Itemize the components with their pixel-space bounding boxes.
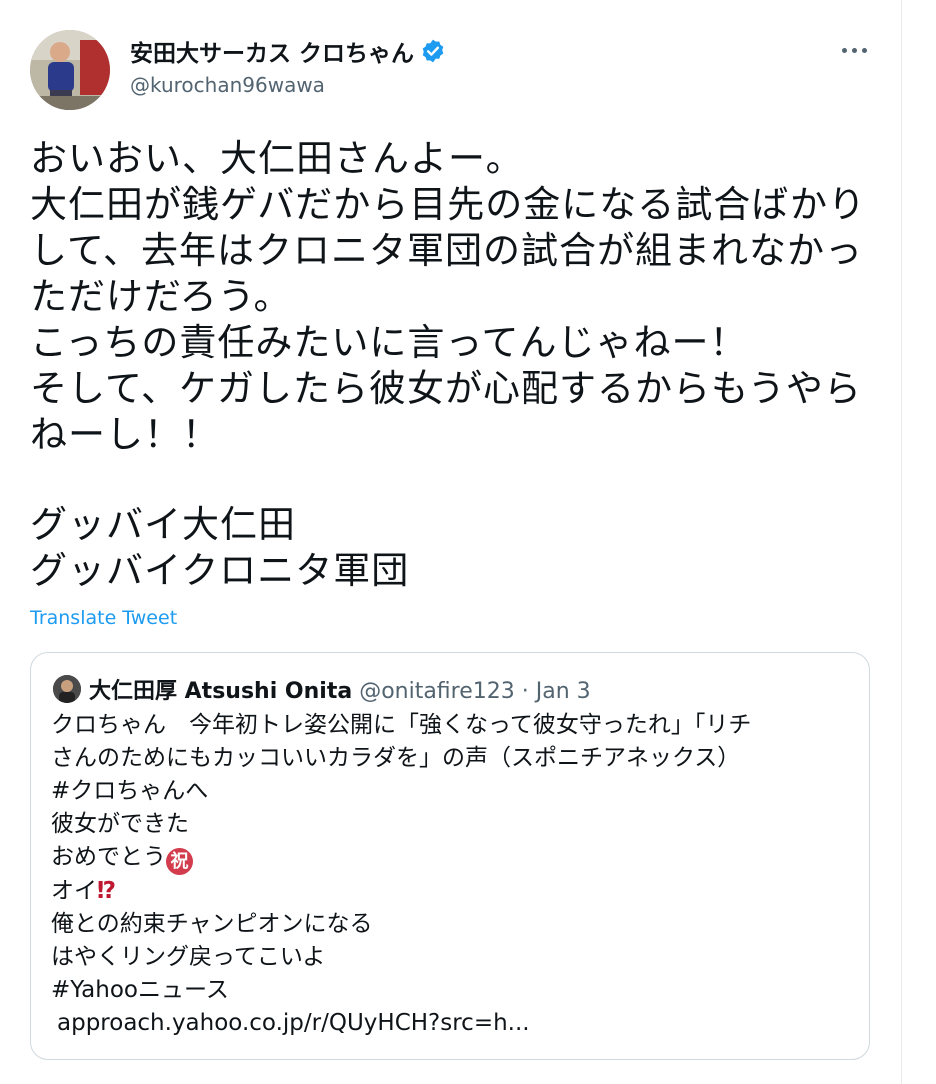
- tweet-line: こっちの責任みたいに言ってんじゃねー！: [30, 321, 748, 364]
- quote-hashtag[interactable]: #クロちゃんへ: [51, 775, 861, 808]
- quoted-tweet-card[interactable]: 大仁田厚 Atsushi Onita @onitafire123 · Jan 3…: [30, 652, 870, 1060]
- quoted-tweet-link[interactable]: approach.yahoo.co.jp/r/QUyHCH?src=h...: [57, 1007, 861, 1040]
- tweet-line: グッバイクロニタ軍団: [30, 549, 410, 592]
- quoted-author-avatar: [53, 675, 81, 703]
- quote-line: クロちゃん 今年初トレ姿公開に「強くなって彼女守ったれ」「リチ: [51, 712, 752, 738]
- meta-separator: ·: [521, 679, 529, 704]
- tweet-line: して、去年はクロニタ軍団の試合が組まれなかっ: [30, 229, 864, 272]
- tweet-line: 大仁田が銭ゲバだから目先の金になる試合ばかり: [30, 183, 866, 226]
- quoted-tweet-header: 大仁田厚 Atsushi Onita @onitafire123 · Jan 3: [89, 673, 591, 705]
- tweet-line: ただけだろう。: [30, 275, 292, 318]
- author-name-text[interactable]: 安田大サーカス クロちゃん: [130, 34, 414, 68]
- quoted-tweet-date: Jan 3: [535, 679, 591, 704]
- quote-line: 彼女ができた: [51, 811, 189, 837]
- author-avatar[interactable]: [30, 30, 110, 110]
- tweet-line: ねーし！！: [30, 413, 220, 456]
- verified-badge-icon: [420, 38, 446, 64]
- author-handle[interactable]: @kurochan96wawa: [130, 73, 325, 97]
- quote-line-text: おめでとう: [51, 844, 166, 870]
- quoted-tweet-text: クロちゃん 今年初トレ姿公開に「強くなって彼女守ったれ」「リチ さんのためにもカ…: [51, 709, 861, 1040]
- exclamation-question-emoji-icon: ⁉: [97, 878, 117, 904]
- quoted-author-name: 大仁田厚 Atsushi Onita: [89, 679, 353, 704]
- quote-line-text: オイ: [51, 878, 97, 904]
- translate-tweet-link[interactable]: Translate Tweet: [30, 607, 177, 629]
- quote-line-congrats: おめでとう祝: [51, 841, 861, 875]
- quote-line-oi: オイ⁉: [51, 875, 861, 908]
- congratulations-emoji-icon: 祝: [166, 848, 193, 875]
- quoted-author-handle: @onitafire123: [359, 679, 515, 704]
- quote-hashtag[interactable]: #Yahooニュース: [51, 974, 861, 1007]
- quote-line: はやくリング戻ってこいよ: [51, 944, 326, 970]
- quote-line: 俺との約束チャンピオンになる: [51, 911, 373, 937]
- column-border: [901, 0, 902, 1084]
- more-options-icon[interactable]: [842, 40, 872, 60]
- tweet-line: そして、ケガしたら彼女が心配するからもうやら: [30, 367, 862, 410]
- quote-line: さんのためにもカッコいいカラダを」の声（スポニチアネックス）: [51, 745, 741, 771]
- author-display-name[interactable]: 安田大サーカス クロちゃん: [130, 34, 446, 68]
- tweet-line: グッバイ大仁田: [30, 503, 296, 546]
- tweet-line: おいおい、大仁田さんよー。: [30, 137, 524, 180]
- tweet-text: おいおい、大仁田さんよー。 大仁田が銭ゲバだから目先の金になる試合ばかり して、…: [30, 136, 870, 594]
